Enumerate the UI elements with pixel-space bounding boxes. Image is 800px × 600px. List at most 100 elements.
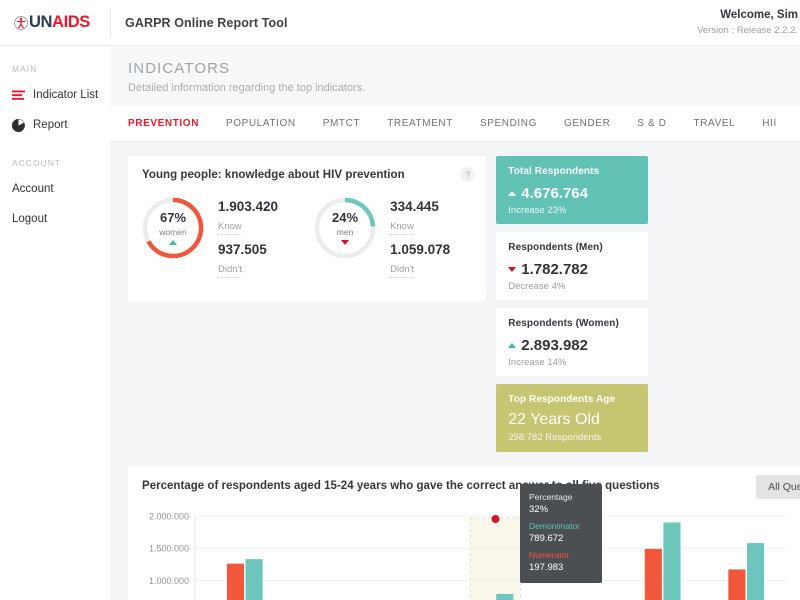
tooltip-numerator-label: Numerator [529,549,570,560]
sidebar-item-account[interactable]: Account [0,174,110,204]
bar-numerator [644,548,662,600]
donut-stats-women: 1.903.420 Know 937.505 Didn't [206,195,279,279]
donut-chart-women: 67% women [140,195,206,261]
know-value: 1.903.420 [218,199,279,214]
bar-denominator [245,559,263,600]
stat-subtitle: 298.782 Respondents [508,432,602,443]
trend-up-icon [508,343,517,348]
tab-travel[interactable]: TRAVEL [694,118,736,129]
sidebar-item-indicator-list[interactable]: Indicator List [0,80,110,110]
page-header: INDICATORS Detailed information regardin… [110,46,800,106]
sidebar-section-main: MAIN [12,64,38,74]
sidebar-item-report[interactable]: Report [0,110,110,140]
donut-stats-men: 334.445 Know 1.059.078 Didn't [378,195,451,279]
didnt-value: 937.505 [218,242,267,258]
know-value: 334.445 [390,199,439,214]
tooltip-numerator-value: 197.983 [529,562,564,573]
summary-row: Young people: knowledge about HIV preven… [128,156,800,452]
trend-down-icon [508,267,517,272]
tab-prevention[interactable]: PREVENTION [128,118,199,129]
user-info: Welcome, Sim Version : Release 2.2.2. [697,7,800,37]
stat-value-row: 1.782.782 [508,253,648,278]
sidebar-item-label: Account [12,183,54,195]
app-title: GARPR Online Report Tool [125,15,288,30]
welcome-text: Welcome, Sim [720,9,798,22]
trend-down-icon [341,239,350,245]
knowledge-card: Young people: knowledge about HIV preven… [128,156,487,301]
tab-pmtct[interactable]: PMTCT [323,118,360,129]
bar-chart[interactable]: 2.000.0001.500.0001.000.000500.000250.00… [128,508,800,600]
bar-denominator [663,522,681,600]
stat-card-grid: Total Respondents 4.676.764 Increase 23% Re… [496,156,800,452]
unaids-logo[interactable]: UNAIDS [0,0,110,46]
chart-tooltip: Percentage 32% Demonimator 789.672 Numer… [520,484,602,584]
donut-center-labels: 67% women [140,195,206,261]
stat-value-row: 4.676.764 [508,177,648,202]
donut-group-men: 24% men 334.445 Know 1.059.078 Didn't [312,195,451,279]
tab-treatment[interactable]: TREATMENT [387,118,453,129]
stat-subtitle: Increase 23% [508,205,567,216]
stat-subtitle: Decrease 4% [508,281,566,292]
unaids-emblem-icon [14,15,28,30]
version-text: Version : Release 2.2.2. [697,24,798,36]
tooltip-denominator-label: Demonimator [529,520,581,531]
stat-value: 22 Years Old [508,411,600,428]
trend-up-icon [169,239,177,245]
donut-group-list: 67% women 1.903.420 Know 937.505 Didn't 24% men… [128,181,486,279]
chart-card: Percentage of respondents aged 15-24 yea… [128,466,800,600]
tab-gender[interactable]: GENDER [564,118,610,129]
stat-card-total-respondents: Total Respondents 4.676.764 Increase 23% [496,156,649,224]
sidebar-item-label: Indicator List [33,89,99,101]
donut-group-label: women [159,226,187,237]
page-title: INDICATORS [128,60,231,77]
donut-center-labels: 24% men [312,195,378,261]
content-area: Young people: knowledge about HIV preven… [110,142,800,600]
chart-title: Percentage of respondents aged 15-24 yea… [142,480,660,492]
tab-s-d[interactable]: S & D [637,118,666,129]
stat-subtitle: Increase 14% [508,357,567,368]
stat-card-top-respondents-age: Top Respondents Age 22 Years Old 298.782 R… [496,384,649,452]
bar-numerator [728,569,746,600]
donut-chart-men: 24% men [312,195,378,261]
stat-value: 1.782.782 [521,261,588,278]
donut-group-women: 67% women 1.903.420 Know 937.505 Didn't [140,195,279,279]
top-bar: UNAIDS GARPR Online Report Tool Welcome,… [0,0,800,46]
didnt-label: Didn't [390,264,415,279]
knowledge-card-title: Young people: knowledge about HIV preven… [142,169,405,181]
donut-percent: 67% [159,210,187,226]
didnt-label: Didn't [218,264,242,279]
know-label: Know [390,221,414,236]
tooltip-denominator-value: 789.672 [529,533,564,545]
trend-up-icon [508,191,517,196]
bar-denominator [496,593,514,600]
all-questions-button[interactable]: All Questions [756,475,800,499]
highlight-marker-dot [491,515,500,523]
stat-title: Top Respondents Age [508,394,616,405]
sidebar-item-label: Logout [12,213,48,225]
sidebar: MAIN Indicator List Report ACCOUNT Accou… [0,46,110,600]
tab-hii[interactable]: HII [762,118,777,129]
tooltip-percentage-value: 32% [529,504,549,516]
tab-bar: PREVENTION POPULATION PMTCT TREATMENT SPENDI… [110,106,800,142]
tab-spending[interactable]: SPENDING [480,118,537,129]
page-subtitle: Detailed information regarding the top i… [128,82,366,94]
bar-denominator [746,543,765,600]
know-label: Know [218,221,242,236]
logo-text-aids: AIDS [52,13,90,32]
tab-population[interactable]: POPULATION [226,118,296,129]
stat-card-respondents-women: Respondents (Women) 2.893.982 Increase 14% [496,308,649,376]
donut-percent: 24% [332,210,359,226]
bar-numerator [226,563,245,600]
pie-chart-icon [12,118,30,132]
stat-title: Respondents (Women) [508,318,619,329]
main-content: INDICATORS Detailed information regardin… [110,46,800,600]
donut-group-label: men [336,226,354,237]
stat-value-row: 22 Years Old [508,405,648,429]
stat-value-row: 2.893.982 [508,329,648,354]
sidebar-item-logout[interactable]: Logout [0,204,110,234]
tooltip-percentage-label: Percentage [529,492,573,502]
y-axis-tick-label: 1.500.000 [149,544,189,554]
stat-title: Total Respondents [508,166,600,177]
didnt-value: 1.059.078 [390,242,451,258]
stat-value: 2.893.982 [521,337,588,354]
